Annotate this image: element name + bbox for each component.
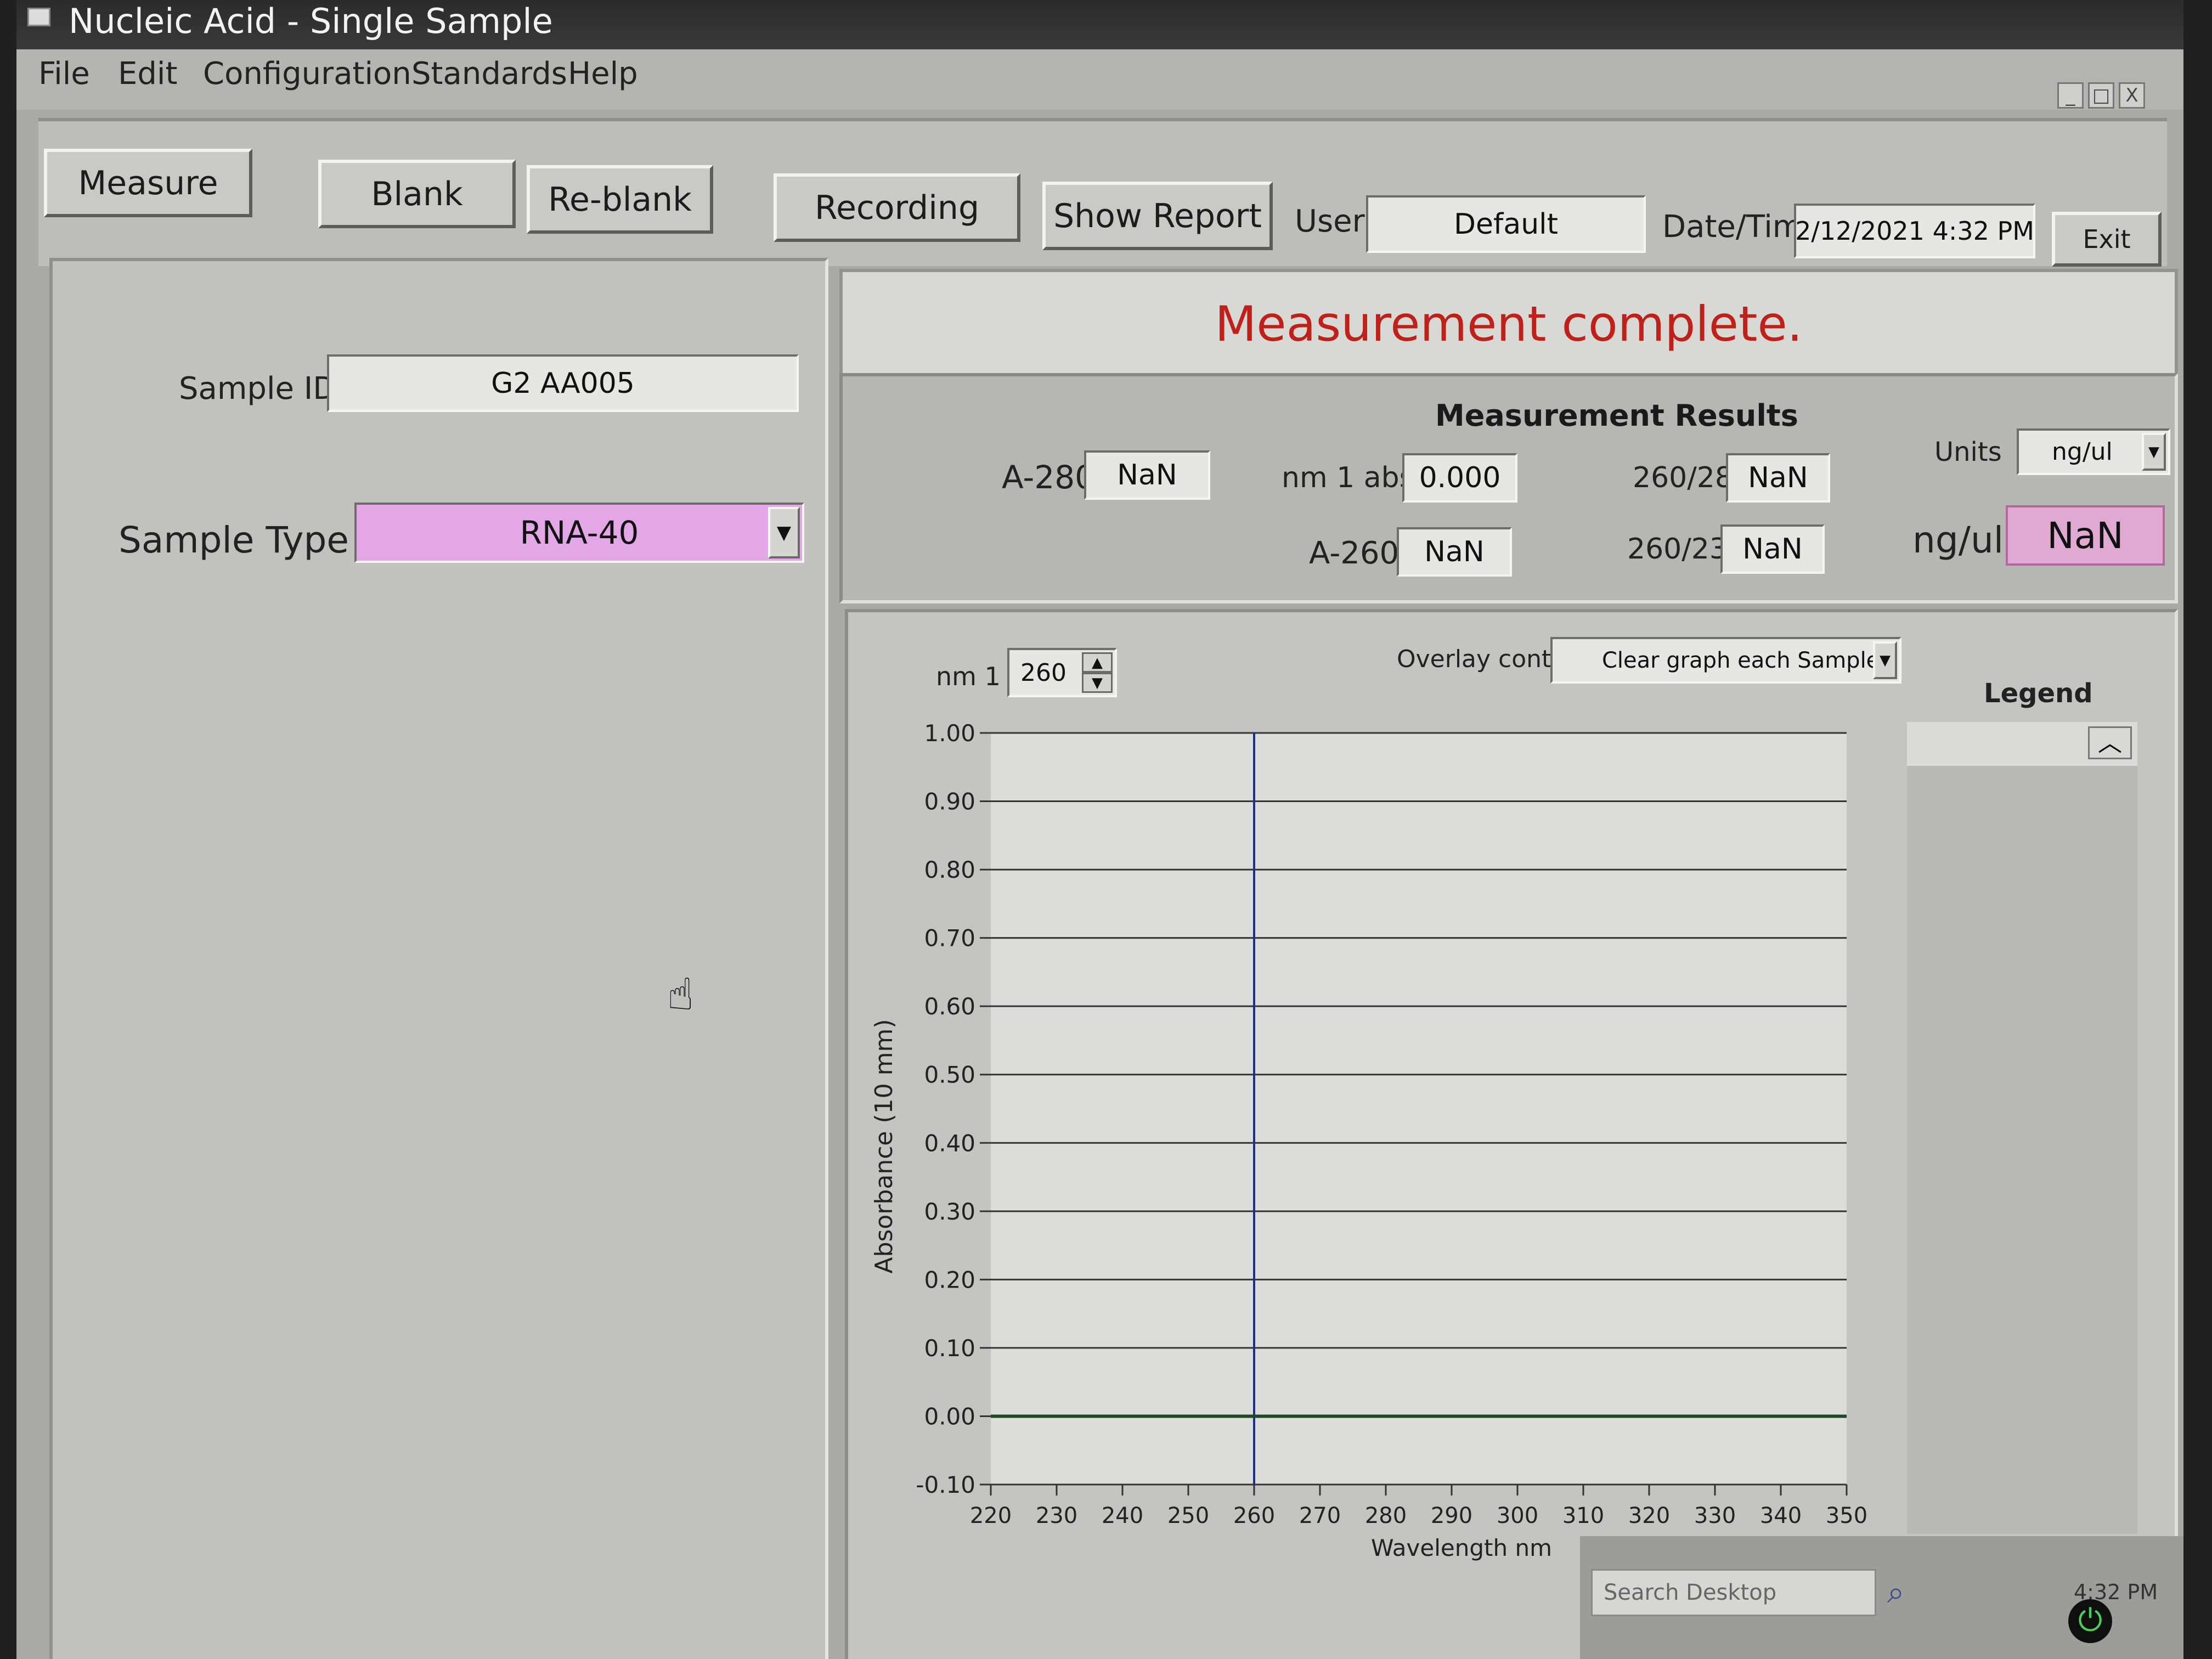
x-tick-label: 250 <box>1167 1503 1209 1528</box>
menu-file[interactable]: File <box>38 56 90 92</box>
chevron-up-icon[interactable]: ︿ <box>2088 726 2132 759</box>
y-tick-label: -0.10 <box>916 1471 975 1498</box>
graph-panel: nm 1 260 ▲ ▼ Overlay control Clear graph… <box>845 609 2178 1659</box>
title-bar: Nucleic Acid - Single Sample <box>16 0 2183 49</box>
sample-type-label: Sample Type <box>119 519 349 561</box>
measure-button[interactable]: Measure <box>44 149 252 217</box>
maximize-icon[interactable]: □ <box>2088 82 2114 109</box>
legend-box: ︿ <box>1907 722 2137 766</box>
x-axis-label: Wavelength nm <box>1371 1534 1552 1561</box>
ratio-260-280-value: NaN <box>1726 453 1830 503</box>
absorbance-chart: 1.00 0.90 0.80 0.70 0.60 0.50 0.40 0.30 0.20 0.10… <box>870 722 1867 1561</box>
app-icon <box>27 8 50 26</box>
y-tick-label: 0.60 <box>924 993 975 1020</box>
screen: Nucleic Acid - Single Sample File Edit C… <box>16 0 2183 1659</box>
status-bar: Measurement complete. <box>839 269 2178 379</box>
a260-label: A-260 <box>1309 535 1400 571</box>
spin-down-icon[interactable]: ▼ <box>1082 673 1113 693</box>
y-tick-label: 0.30 <box>924 1198 975 1225</box>
results-heading: Measurement Results <box>1435 398 1798 433</box>
chevron-down-icon[interactable]: ▼ <box>768 507 800 558</box>
recording-button[interactable]: Recording <box>774 173 1020 242</box>
menu-standards[interactable]: Standards <box>411 56 567 92</box>
x-tick-label: 340 <box>1760 1503 1802 1528</box>
a280-value: NaN <box>1084 450 1210 500</box>
y-tick-label: 1.00 <box>924 722 975 747</box>
status-message: Measurement complete. <box>1215 295 1803 352</box>
window-controls: _ □ X <box>2057 82 2145 109</box>
overlay-control-value: Clear graph each Sample <box>1602 647 1880 673</box>
spinner-arrows[interactable]: ▲ ▼ <box>1082 652 1113 693</box>
concentration-value: NaN <box>2006 505 2165 566</box>
x-tick-label: 330 <box>1694 1503 1736 1528</box>
x-tick-label: 290 <box>1431 1503 1472 1528</box>
show-report-button[interactable]: Show Report <box>1042 182 1273 250</box>
overlay-control-select[interactable]: Clear graph each Sample ▼ <box>1550 637 1901 684</box>
menu-bar: File Edit Configuration Standards Help <box>16 49 2183 110</box>
search-icon[interactable]: ⌕ <box>1887 1575 1904 1611</box>
menu-edit[interactable]: Edit <box>118 56 177 92</box>
x-tick-label: 350 <box>1826 1503 1867 1528</box>
sample-type-value: RNA-40 <box>520 514 639 551</box>
sample-id-label: Sample ID <box>179 371 337 407</box>
y-tick-label: 0.80 <box>924 856 975 883</box>
y-tick-label: 0.40 <box>924 1130 975 1156</box>
menu-help[interactable]: Help <box>568 56 638 92</box>
spin-up-icon[interactable]: ▲ <box>1082 652 1113 673</box>
window-title: Nucleic Acid - Single Sample <box>69 1 553 41</box>
menu-configuration[interactable]: Configuration <box>203 56 411 92</box>
units-value: ng/ul <box>2052 438 2113 466</box>
datetime-field: 2/12/2021 4:32 PM <box>1794 204 2035 258</box>
legend-label: Legend <box>1984 678 2093 709</box>
chevron-down-icon[interactable]: ▼ <box>1873 641 1897 679</box>
y-tick-label: 0.10 <box>924 1335 975 1362</box>
reblank-button[interactable]: Re-blank <box>527 165 713 234</box>
nm1-abs-value: 0.000 <box>1402 453 1517 503</box>
chevron-down-icon[interactable]: ▼ <box>2142 433 2166 471</box>
y-tick-label: 0.00 <box>924 1403 975 1430</box>
nm1-value: 260 <box>1020 658 1066 687</box>
power-icon[interactable]: ⏻ <box>2068 1599 2112 1643</box>
toolbar: Measure Blank Re-blank Recording Show Re… <box>38 118 2167 267</box>
minimize-icon[interactable]: _ <box>2057 82 2084 109</box>
y-axis-label: Absorbance (10 mm) <box>870 1019 898 1273</box>
sample-panel: Sample ID G2 AA005 Sample Type RNA-40 ▼ … <box>49 258 828 1659</box>
monitor-bezel: Nucleic Acid - Single Sample File Edit C… <box>0 0 2212 1659</box>
x-tick-label: 220 <box>970 1503 1012 1528</box>
y-tick-label: 0.90 <box>924 788 975 815</box>
x-tick-label: 240 <box>1102 1503 1143 1528</box>
units-label: Units <box>1934 437 2002 467</box>
sample-id-input[interactable]: G2 AA005 <box>327 354 799 412</box>
sample-type-select[interactable]: RNA-40 ▼ <box>354 503 804 563</box>
legend-area <box>1907 766 2137 1534</box>
y-tick-label: 0.70 <box>924 925 975 952</box>
x-tick-label: 230 <box>1036 1503 1077 1528</box>
user-label: User <box>1295 204 1365 239</box>
y-tick-label: 0.50 <box>924 1062 975 1088</box>
x-tick-label: 300 <box>1497 1503 1538 1528</box>
x-tick-label: 270 <box>1299 1503 1341 1528</box>
a260-value: NaN <box>1397 527 1512 577</box>
hand-cursor-icon: ☝ <box>667 969 694 1020</box>
user-field[interactable]: Default <box>1366 195 1646 253</box>
plot-area <box>991 733 1847 1485</box>
concentration-label: ng/ul <box>1912 519 2004 561</box>
nm1-label: nm 1 <box>936 662 1001 691</box>
search-desktop-input[interactable]: Search Desktop <box>1591 1569 1876 1616</box>
search-placeholder: Search Desktop <box>1604 1580 1777 1605</box>
close-icon[interactable]: X <box>2119 82 2145 109</box>
exit-button[interactable]: Exit <box>2052 212 2162 267</box>
x-tick-label: 260 <box>1233 1503 1275 1528</box>
x-tick-label: 320 <box>1628 1503 1670 1528</box>
measurement-results-panel: Measurement Results A-280 NaN nm 1 abs. … <box>839 373 2178 603</box>
x-tick-label: 280 <box>1365 1503 1407 1528</box>
y-tick-label: 0.20 <box>924 1266 975 1293</box>
units-select[interactable]: ng/ul ▼ <box>2017 428 2170 475</box>
nm1-spinner[interactable]: 260 ▲ ▼ <box>1007 648 1117 697</box>
ratio-260-230-value: NaN <box>1720 524 1825 574</box>
x-tick-label: 310 <box>1562 1503 1604 1528</box>
a280-label: A-280 <box>1002 459 1096 496</box>
blank-button[interactable]: Blank <box>318 160 516 228</box>
